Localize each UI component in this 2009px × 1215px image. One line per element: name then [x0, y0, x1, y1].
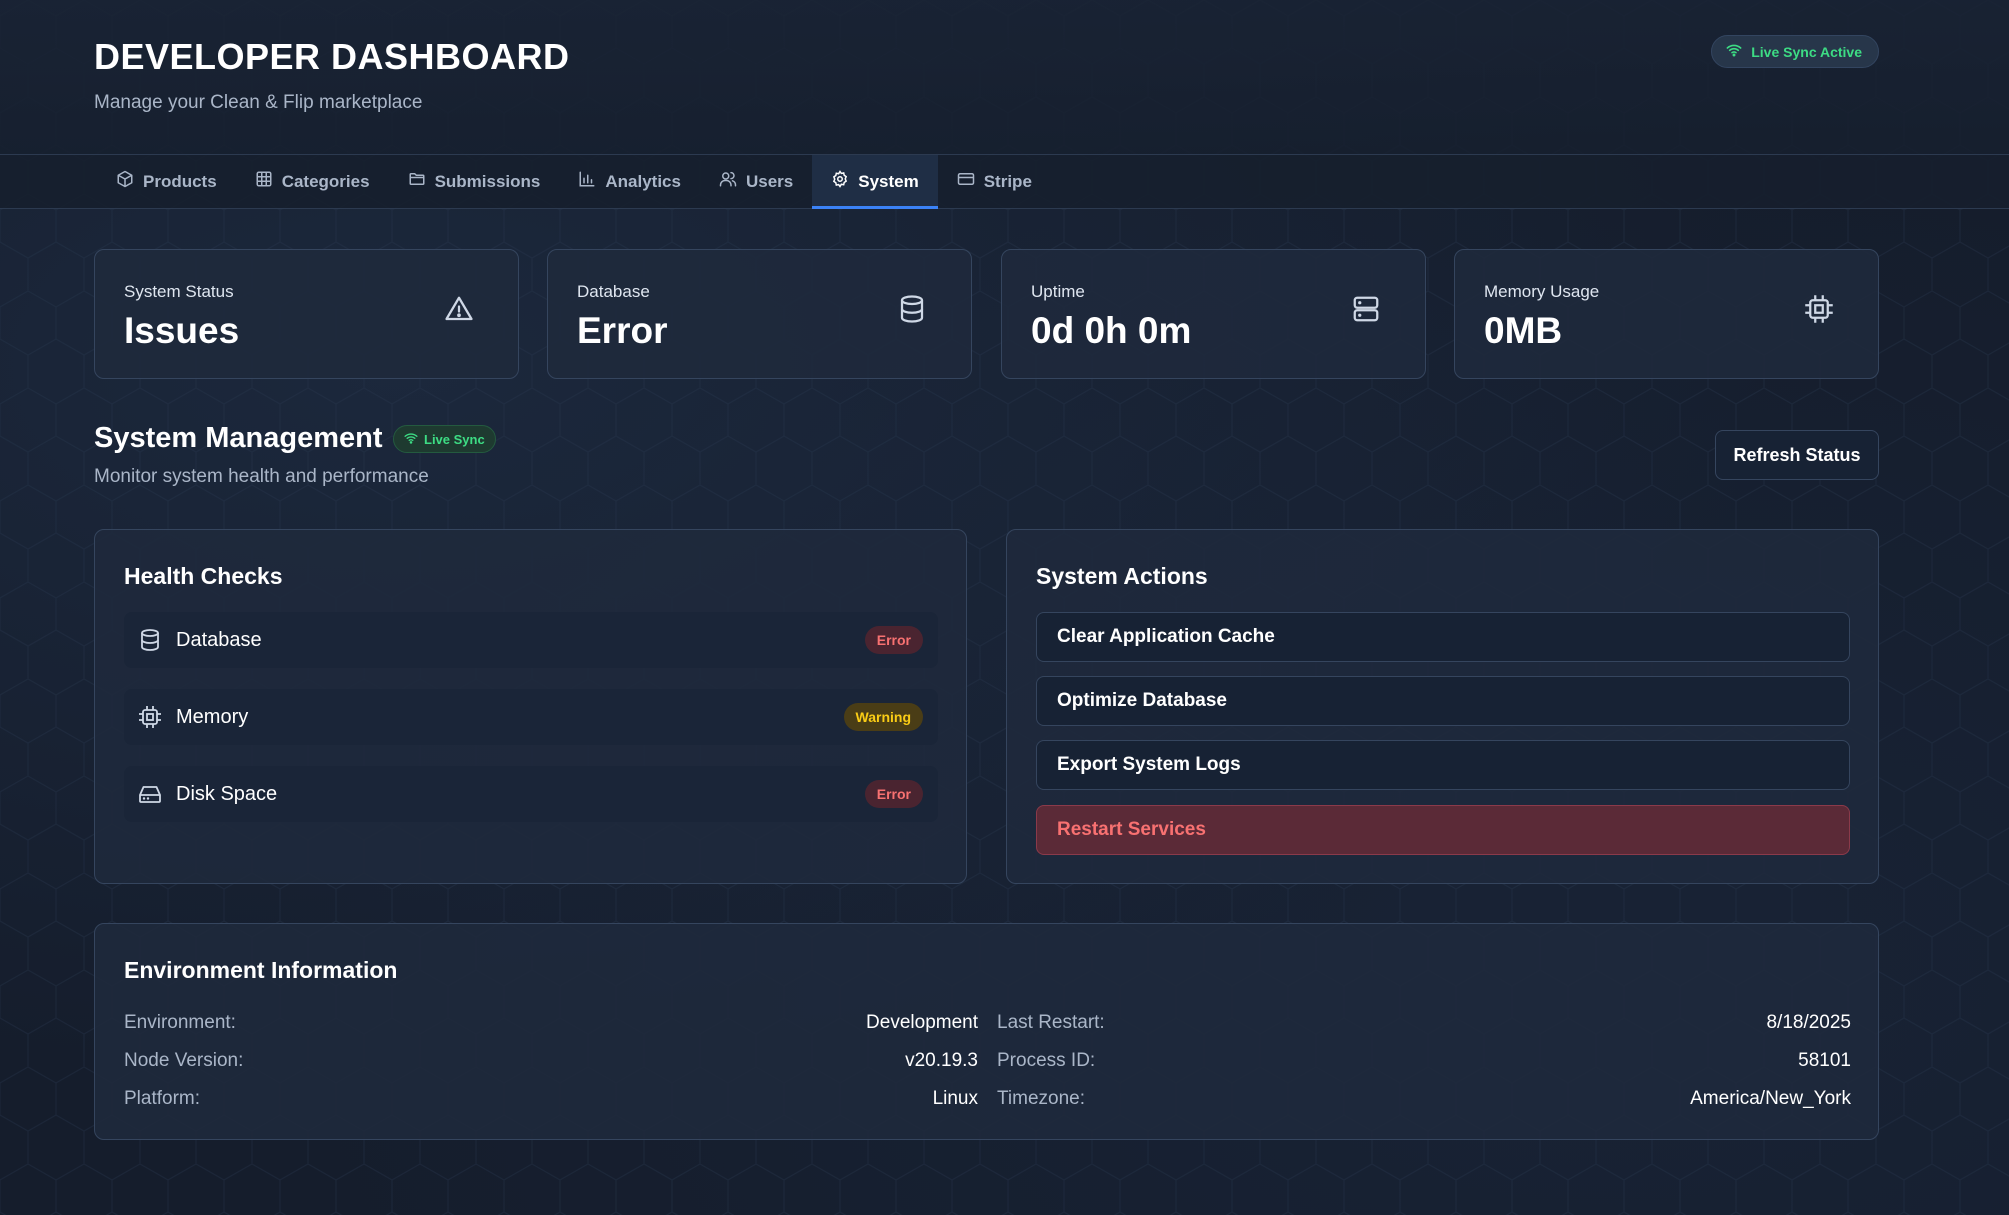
refresh-status-button[interactable]: Refresh Status — [1715, 430, 1879, 480]
section-subtitle: Monitor system health and performance — [94, 466, 429, 487]
stat-label: Memory Usage — [1484, 282, 1600, 301]
wifi-icon — [404, 432, 418, 447]
restart-services-button[interactable]: Restart Services — [1036, 805, 1850, 855]
env-value: v20.19.3 — [905, 1050, 978, 1071]
stat-card-system-status: System Status Issues — [94, 249, 519, 379]
env-key: Platform: — [124, 1088, 201, 1109]
tab-products[interactable]: Products — [97, 155, 236, 208]
tab-label: Submissions — [434, 171, 541, 191]
hard-drive-icon — [138, 782, 162, 806]
tab-users[interactable]: Users — [700, 155, 812, 208]
tab-label: Products — [143, 171, 217, 191]
tab-system[interactable]: System — [812, 155, 939, 209]
tab-label: Analytics — [605, 171, 681, 191]
health-check-label: Memory — [176, 705, 249, 728]
tab-submissions[interactable]: Submissions — [389, 155, 560, 208]
stat-value: Issues — [124, 310, 240, 351]
stat-card-uptime: Uptime 0d 0h 0m — [1001, 249, 1426, 379]
health-check-row-disk-space: Disk Space Error — [124, 766, 938, 822]
health-check-label: Database — [176, 628, 262, 651]
env-row-last-restart: Last Restart: 8/18/2025 — [997, 1010, 1851, 1036]
stat-value: 0MB — [1484, 310, 1563, 351]
health-check-row-memory: Memory Warning — [124, 689, 938, 745]
dashboard-header: DEVELOPER DASHBOARD Manage your Clean & … — [0, 0, 2009, 155]
box-icon — [116, 170, 134, 193]
env-row-timezone: Timezone: America/New_York — [997, 1086, 1851, 1112]
env-row-process-id: Process ID: 58101 — [997, 1048, 1851, 1074]
env-key: Last Restart: — [997, 1012, 1105, 1033]
database-icon — [897, 294, 927, 324]
wifi-icon — [1726, 43, 1742, 60]
tab-analytics[interactable]: Analytics — [559, 155, 700, 208]
health-checks-panel: Health Checks Database Error Memory Warn… — [94, 529, 967, 884]
stat-label: Uptime — [1031, 282, 1085, 301]
env-row-node-version: Node Version: v20.19.3 — [124, 1048, 978, 1074]
stat-card-memory-usage: Memory Usage 0MB — [1454, 249, 1879, 379]
env-value: Development — [866, 1012, 978, 1033]
env-row-environment: Environment: Development — [124, 1010, 978, 1036]
tab-label: Users — [745, 171, 794, 191]
users-icon — [719, 170, 737, 193]
cpu-icon — [1804, 294, 1834, 324]
env-value: Linux — [932, 1088, 978, 1109]
main-tab-bar: Products Categories Submissions Analytic… — [0, 155, 2009, 209]
clear-cache-button[interactable]: Clear Application Cache — [1036, 612, 1850, 662]
env-value: 8/18/2025 — [1766, 1012, 1851, 1033]
stat-label: Database — [577, 282, 650, 301]
warning-triangle-icon — [444, 294, 474, 324]
env-key: Timezone: — [997, 1088, 1085, 1109]
live-sync-status-label: Live Sync Active — [1751, 43, 1862, 60]
database-icon — [138, 628, 162, 652]
health-check-label: Disk Space — [176, 782, 278, 805]
status-badge: Error — [864, 626, 923, 654]
bar-chart-icon — [578, 170, 596, 193]
tab-label: Stripe — [983, 171, 1032, 191]
grid-icon — [255, 170, 273, 193]
export-logs-button[interactable]: Export System Logs — [1036, 740, 1850, 790]
env-row-platform: Platform: Linux — [124, 1086, 978, 1112]
server-icon — [1351, 294, 1381, 324]
folder-icon — [408, 170, 426, 193]
page-subtitle: Manage your Clean & Flip marketplace — [94, 92, 423, 113]
stat-label: System Status — [124, 282, 234, 301]
env-key: Node Version: — [124, 1050, 244, 1071]
credit-card-icon — [957, 170, 975, 193]
tab-stripe[interactable]: Stripe — [938, 155, 1051, 208]
health-check-row-database: Database Error — [124, 612, 938, 668]
tab-categories[interactable]: Categories — [236, 155, 389, 208]
panel-title: System Actions — [1036, 563, 1208, 589]
env-value: 58101 — [1798, 1050, 1851, 1071]
stat-value: 0d 0h 0m — [1031, 310, 1192, 351]
live-sync-badge: Live Sync — [393, 425, 496, 453]
stat-card-database: Database Error — [547, 249, 972, 379]
live-sync-badge-label: Live Sync — [424, 431, 485, 447]
env-key: Process ID: — [997, 1050, 1096, 1071]
panel-title: Health Checks — [124, 563, 283, 589]
tab-label: Categories — [281, 171, 370, 191]
live-sync-status-badge: Live Sync Active — [1711, 35, 1879, 68]
env-key: Environment: — [124, 1012, 236, 1033]
status-badge: Error — [864, 780, 923, 808]
gear-icon — [831, 170, 849, 193]
system-actions-panel: System Actions Clear Application Cache O… — [1006, 529, 1879, 884]
status-badge: Warning — [843, 703, 923, 731]
stat-value: Error — [577, 310, 668, 351]
tab-label: System — [858, 171, 919, 191]
page-title: DEVELOPER DASHBOARD — [94, 36, 570, 77]
cpu-icon — [138, 705, 162, 729]
environment-info-panel: Environment Information Environment: Dev… — [94, 923, 1879, 1140]
env-value: America/New_York — [1690, 1088, 1851, 1109]
panel-title: Environment Information — [124, 957, 398, 983]
section-title: System Management — [94, 422, 383, 454]
dashboard-page: DEVELOPER DASHBOARD Manage your Clean & … — [0, 0, 2009, 1215]
optimize-database-button[interactable]: Optimize Database — [1036, 676, 1850, 726]
